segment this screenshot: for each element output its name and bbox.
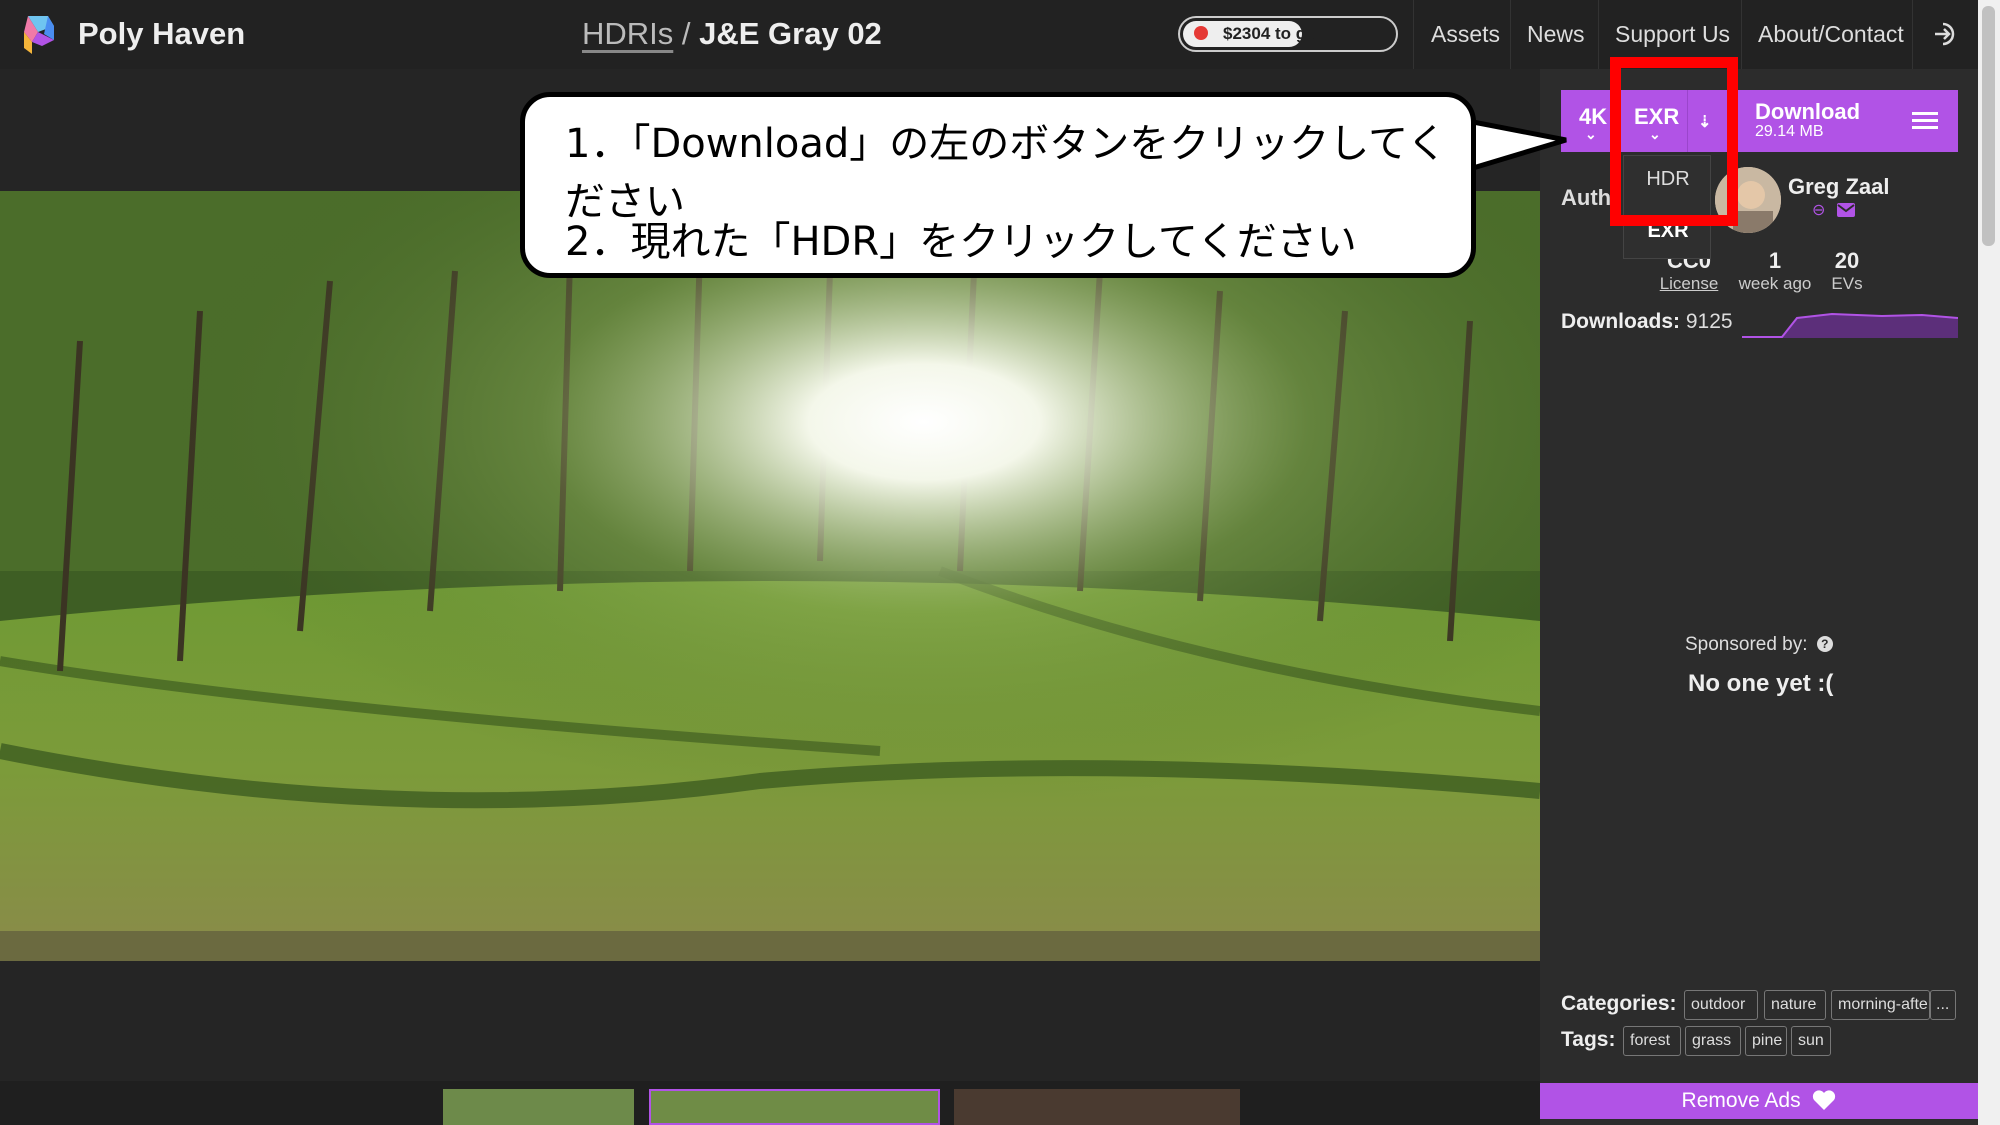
sponsor-value: No one yet :( bbox=[1688, 670, 1834, 697]
login-icon[interactable] bbox=[1932, 20, 1960, 48]
heart-icon bbox=[1813, 1090, 1836, 1110]
evs-label: EVs bbox=[1831, 274, 1863, 293]
categories-label: Categories: bbox=[1561, 992, 1677, 1015]
downloads-label: Downloads: bbox=[1561, 310, 1680, 333]
download-label: Download bbox=[1755, 99, 1861, 124]
evs-value: 20 bbox=[1834, 248, 1860, 273]
downloads-count: Downloads: 9125 bbox=[1561, 310, 1733, 334]
tag-item[interactable]: pine bbox=[1745, 1026, 1787, 1056]
scrollbar-thumb[interactable] bbox=[1982, 6, 1995, 246]
category-tag[interactable]: nature bbox=[1764, 990, 1826, 1020]
evs-stat: 20 EVs bbox=[1825, 248, 1869, 294]
nav-support-us-label: Support Us bbox=[1615, 21, 1731, 47]
preview-bottom-band bbox=[0, 961, 1540, 1081]
highlight-box bbox=[1610, 57, 1738, 226]
category-tag[interactable]: outdoor bbox=[1684, 990, 1758, 1020]
hdri-preview-image[interactable] bbox=[0, 191, 1540, 961]
nav-divider bbox=[1413, 0, 1414, 69]
date-label: week ago bbox=[1738, 274, 1812, 293]
breadcrumb: HDRIs / J&E Gray 02 bbox=[582, 16, 882, 52]
instruction-step-2: 2．現れた「HDR」をクリックしてください bbox=[565, 219, 1357, 265]
thumbnail-3[interactable] bbox=[954, 1089, 1240, 1125]
panorama-illustration bbox=[0, 191, 1540, 961]
nav-divider bbox=[1598, 0, 1599, 69]
page-scrollbar[interactable] bbox=[1978, 0, 2000, 1125]
nav-about-contact[interactable]: About/Contact bbox=[1758, 0, 1904, 69]
download-size: 29.14 MB bbox=[1755, 123, 1824, 140]
tags-label: Tags: bbox=[1561, 1028, 1616, 1051]
help-icon[interactable]: ? bbox=[1816, 636, 1833, 652]
link-icon[interactable]: ⊖ bbox=[1812, 200, 1825, 220]
category-tag[interactable]: morning-afternoon bbox=[1831, 990, 1930, 1020]
nav-divider bbox=[1912, 0, 1913, 69]
remove-ads-button[interactable]: Remove Ads bbox=[1540, 1083, 1978, 1119]
instruction-callout: 1．「Download」の左のボタンをクリックしてください 2．現れた「HDR」… bbox=[520, 92, 1476, 278]
author-name[interactable]: Greg Zaal bbox=[1788, 174, 1889, 200]
funding-marker-icon bbox=[1194, 26, 1208, 40]
breadcrumb-hdris-link[interactable]: HDRIs bbox=[582, 16, 673, 51]
breadcrumb-separator: / bbox=[673, 16, 700, 51]
thumbnail-2-selected[interactable] bbox=[649, 1089, 940, 1125]
nav-assets[interactable]: Assets bbox=[1431, 0, 1500, 69]
remove-ads-label: Remove Ads bbox=[1681, 1089, 1801, 1112]
poly-haven-logo-icon[interactable] bbox=[18, 12, 62, 56]
nav-divider bbox=[1510, 0, 1511, 69]
tag-item[interactable]: sun bbox=[1791, 1026, 1831, 1056]
downloads-value: 9125 bbox=[1685, 310, 1733, 333]
hamburger-menu-icon bbox=[1912, 112, 1938, 129]
brand-name[interactable]: Poly Haven bbox=[78, 16, 245, 52]
funding-text: $2304 to go bbox=[1223, 24, 1317, 43]
sponsored-by: Sponsored by: ? bbox=[1685, 634, 1833, 656]
date-value: 1 bbox=[1768, 248, 1782, 273]
date-stat: 1 week ago bbox=[1735, 248, 1815, 294]
asset-title: J&E Gray 02 bbox=[699, 16, 882, 51]
email-icon[interactable] bbox=[1837, 203, 1855, 217]
thumbnail-1[interactable] bbox=[443, 1089, 634, 1125]
nav-about-contact-label: About/Contact bbox=[1758, 21, 1904, 47]
nav-news[interactable]: News bbox=[1527, 0, 1585, 69]
nav-news-label: News bbox=[1527, 21, 1585, 47]
tag-item[interactable]: forest bbox=[1623, 1026, 1681, 1056]
nav-assets-label: Assets bbox=[1431, 21, 1501, 47]
license-label: License bbox=[1659, 274, 1719, 293]
callout-tail bbox=[1470, 119, 1567, 171]
chevron-down-icon: ⌄ bbox=[1585, 126, 1597, 142]
download-options-button[interactable] bbox=[1893, 90, 1958, 152]
tag-item[interactable]: grass bbox=[1685, 1026, 1741, 1056]
sponsored-by-label: Sponsored by: bbox=[1685, 634, 1808, 655]
authors-label: Auth bbox=[1561, 185, 1612, 210]
downloads-sparkline bbox=[1742, 312, 1958, 338]
nav-divider bbox=[1741, 0, 1742, 69]
funding-progress-bar[interactable]: $2304 to go bbox=[1178, 16, 1398, 52]
more-categories-button[interactable]: ... bbox=[1930, 990, 1956, 1020]
